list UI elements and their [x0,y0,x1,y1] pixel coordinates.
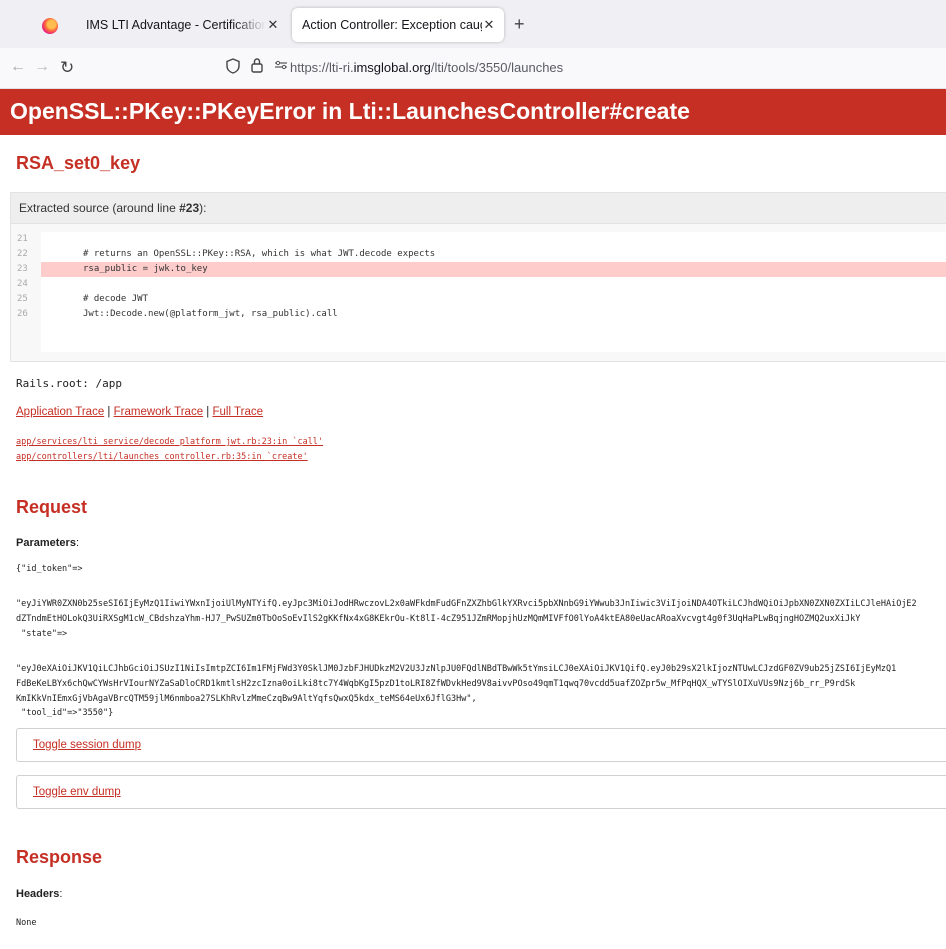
tracking-protection-shield-icon[interactable] [226,58,240,78]
param-line: "tool_id"=>"3550"} [16,708,114,718]
trace-links: Application Trace | Framework Trace | Fu… [16,406,263,418]
param-line: KmIKkVnIEmxGjVbAgaVBrcQTM59jlM6nmboa27SL… [16,694,477,704]
source-code: 21 22 # returns an OpenSSL::PKey::RSA, wh… [11,224,946,354]
param-line: FdBeKeLBYx6chQwCYWsHrVIourNYZaSaDloCRD1k… [16,679,856,689]
tab-action-controller-exception[interactable]: Action Controller: Exception caught ✕ [292,8,504,42]
code-line: 26 Jwt::Decode.new(@platform_jwt, rsa_pub… [11,307,946,322]
response-heading: Response [16,847,103,867]
code-line-highlighted: 23 rsa_public = jwk.to_key [11,262,946,277]
code-line: 25 # decode JWT [11,292,946,307]
close-icon[interactable]: ✕ [266,17,280,33]
param-line: "eyJiYWR0ZXN0b25seSI6IjEyMzQ1IiwiYWxnIjo… [16,599,917,609]
url-bar[interactable]: https://lti-ri.imsglobal.org/lti/tools/3… [290,60,563,75]
back-arrow-icon[interactable]: ← [10,58,26,76]
param-line: dZTndmEtHOLokQ3UiRXSgM1cW_CBdshzaYhm-HJ7… [16,614,861,624]
parameters-label: Parameters: [16,537,79,549]
env-dump-box: Toggle env dump [16,775,946,809]
url-host: imsglobal.org [353,60,431,75]
rails-root: Rails.root: /app [16,377,122,390]
error-message: RSA_set0_key [16,153,141,173]
toggle-env-dump-link[interactable]: Toggle env dump [33,786,121,798]
trace-line-link[interactable]: app/controllers/lti/launches_controller.… [16,452,308,462]
tab-ims-lti-certification[interactable]: IMS LTI Advantage - Certification Su ✕ [76,8,288,42]
lock-icon[interactable] [251,57,263,76]
url-path: /lti/tools/3550/launches [430,60,564,75]
error-header: OpenSSL::PKey::PKeyError in Lti::Launche… [0,89,946,135]
headers-label: Headers: [16,888,63,900]
url-prefix: https://lti-ri. [290,60,354,75]
permissions-icon[interactable] [275,60,287,73]
browser-navigation-bar: ← → ↻ https://lti-ri.imsglobal.org/lti/t… [0,48,946,89]
code-line: 21 [11,232,946,247]
code-line: 22 # returns an OpenSSL::PKey::RSA, which… [11,247,946,262]
request-heading: Request [16,497,88,517]
param-line: "state"=> [16,629,68,639]
trace-line-link[interactable]: app/services/lti_service/decode_platform… [16,437,323,447]
extracted-source-header: Extracted source (around line #23): [11,193,946,224]
code-line [11,322,946,352]
code-line: 24 [11,277,946,292]
reload-icon[interactable]: ↻ [60,58,74,78]
browser-tab-bar: IMS LTI Advantage - Certification Su ✕ A… [0,0,946,48]
full-trace-link[interactable]: Full Trace [213,406,264,418]
tab-title: IMS LTI Advantage - Certification Su [86,18,266,32]
tab-title: Action Controller: Exception caught [302,18,482,32]
framework-trace-link[interactable]: Framework Trace [114,406,203,418]
param-line: {"id_token"=> [16,564,83,574]
headers-value: None [16,918,37,928]
application-trace-link[interactable]: Application Trace [16,406,104,418]
session-dump-box: Toggle session dump [16,728,946,762]
toggle-session-dump-link[interactable]: Toggle session dump [33,739,141,751]
forward-arrow-icon[interactable]: → [34,58,50,76]
firefox-logo-icon [42,18,58,34]
new-tab-button[interactable]: + [514,14,525,35]
param-line: "eyJ0eXAiOiJKV1QiLCJhbGciOiJSUzI1NiIsImt… [16,664,897,674]
page-title: OpenSSL::PKey::PKeyError in Lti::Launche… [10,98,690,124]
firefox-menu-button[interactable] [30,10,70,42]
close-icon[interactable]: ✕ [482,17,496,33]
extracted-source-box: Extracted source (around line #23): 21 2… [10,192,946,362]
